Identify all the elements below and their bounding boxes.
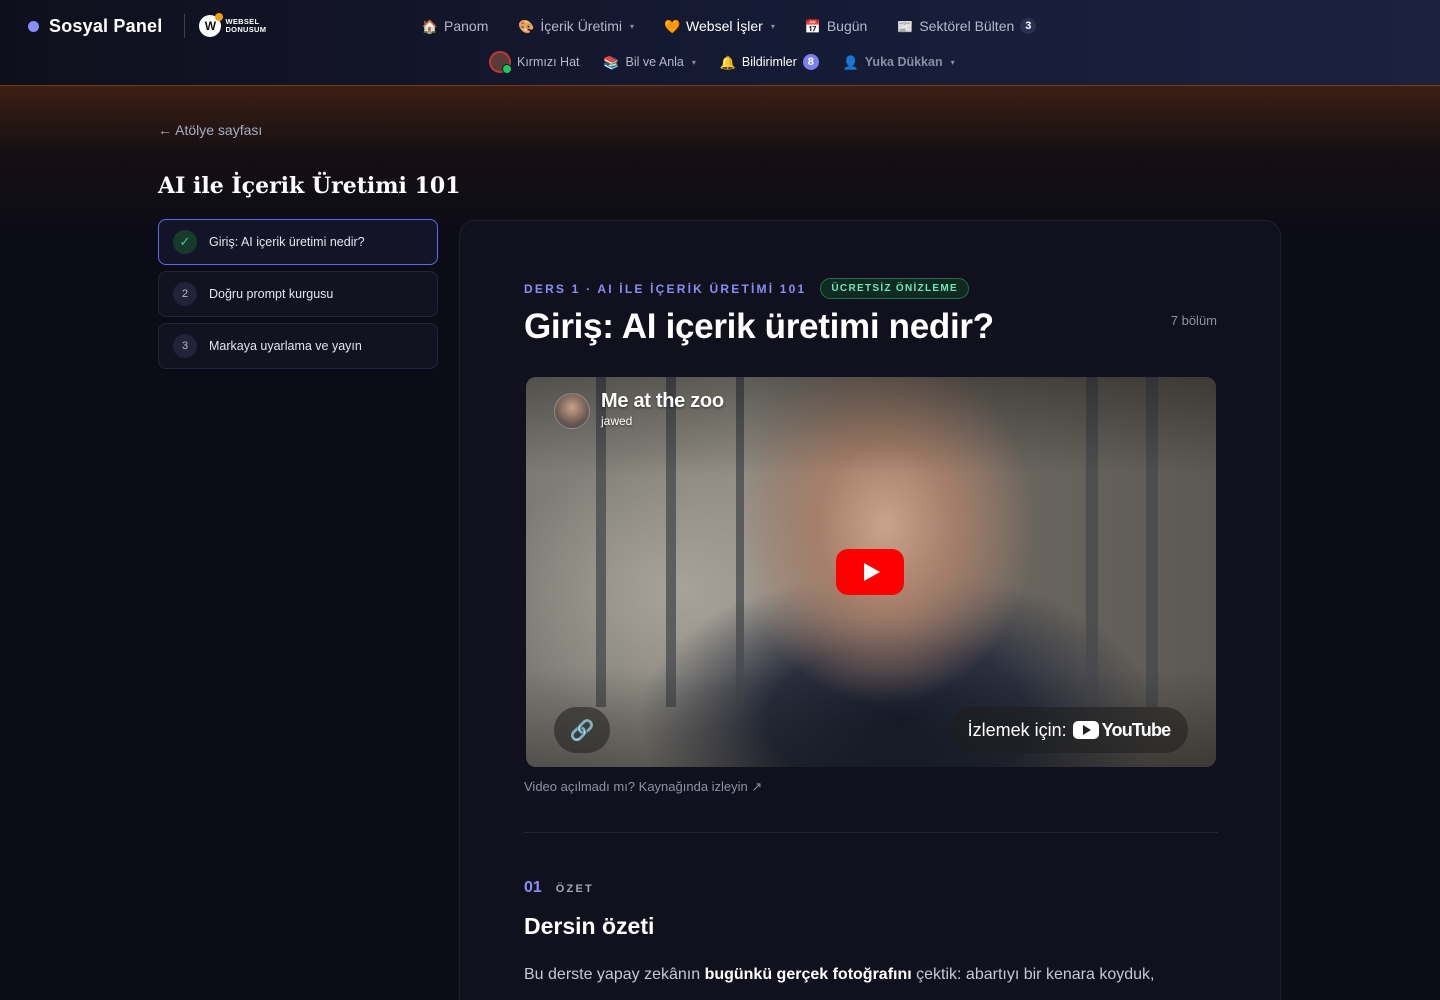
chevron-down-icon: ▾	[770, 21, 775, 31]
section-tag: ÖZET	[555, 883, 594, 895]
nav-label: Yuka Dükkan	[864, 55, 943, 69]
lesson-breadcrumb: DERS 1 · AI İLE İÇERİK ÜRETİMİ 101	[524, 281, 807, 296]
lesson-eyebrow: DERS 1 · AI İLE İÇERİK ÜRETİMİ 101 ÜCRET…	[524, 278, 969, 299]
back-link[interactable]: ← Atölye sayfası	[158, 122, 262, 138]
nav-label: Bil ve Anla	[625, 55, 684, 69]
nav-item-sektorel-bulten[interactable]: 📰 Sektörel Bülten 3	[897, 14, 1037, 38]
partner-logo: W WEBSEL DONUSUM	[199, 13, 267, 37]
divider	[524, 832, 1218, 833]
check-icon: ✓	[173, 230, 197, 254]
nav-item-kirmizi-hat[interactable]: Kırmızı Hat	[489, 50, 580, 74]
nav-item-icerik-uretimi[interactable]: 🎨 İçerik Üretimi ▾	[518, 14, 634, 38]
calendar-icon: 📅	[804, 18, 821, 34]
top-navbar: Sosyal Panel W WEBSEL DONUSUM 🏠 Panom 🎨 …	[0, 0, 1440, 86]
palette-icon: 🎨	[518, 18, 535, 34]
header-glow	[0, 86, 1440, 236]
chapter-count: 7 bölüm	[1170, 313, 1217, 328]
user-icon: 👤	[842, 54, 859, 70]
video-channel[interactable]: jawed	[601, 414, 632, 428]
count-badge: 3	[1020, 18, 1037, 34]
brand-dot-icon	[28, 20, 39, 32]
bell-icon: 🔔	[719, 54, 736, 70]
partner-logo-icon: W	[199, 13, 224, 37]
free-preview-badge: ÜCRETSİZ ÖNİZLEME	[820, 278, 969, 299]
section-header: 01 ÖZET	[524, 879, 594, 897]
brand-divider	[184, 14, 186, 38]
nav-label: Sektörel Bülten	[919, 18, 1015, 34]
nav-item-yuka-dukkan[interactable]: 👤 Yuka Dükkan ▾	[843, 50, 955, 74]
primary-nav: 🏠 Panom 🎨 İçerik Üretimi ▾ 🧡 Websel İşle…	[422, 14, 1037, 38]
youtube-logo: YouTube	[1072, 719, 1172, 741]
nav-item-panom[interactable]: 🏠 Panom	[422, 14, 488, 38]
nav-item-bugun[interactable]: 📅 Bugün	[804, 14, 868, 38]
books-icon: 📚	[603, 54, 620, 70]
nav-label: Kırmızı Hat	[517, 55, 580, 69]
section-body-text: Bu derste yapay zekânın	[524, 966, 705, 983]
lesson-item-2[interactable]: 2 Doğru prompt kurgusu	[158, 271, 438, 317]
brand[interactable]: Sosyal Panel W WEBSEL DONUSUM	[28, 13, 267, 38]
section-body-emphasis: bugünkü gerçek fotoğrafını	[704, 966, 912, 983]
lesson-item-3[interactable]: 3 Markaya uyarlama ve yayın	[158, 323, 438, 369]
notification-badge: 8	[802, 54, 819, 70]
nav-item-bildirimler[interactable]: 🔔 Bildirimler 8	[720, 50, 819, 74]
play-button[interactable]	[836, 549, 904, 595]
lesson-list: ✓ Giriş: AI içerik üretimi nedir? 2 Doğr…	[158, 219, 438, 369]
watch-label: İzlemek için:	[967, 719, 1067, 740]
nav-label: Panom	[444, 18, 489, 34]
lesson-label: Doğru prompt kurgusu	[209, 287, 334, 301]
lesson-title: Giriş: AI içerik üretimi nedir?	[524, 307, 994, 346]
newspaper-icon: 📰	[897, 18, 914, 34]
section-title: Dersin özeti	[524, 913, 655, 939]
section-body-text: çektik: abartıyı bir kenara koyduk,	[911, 966, 1155, 983]
section-body: Bu derste yapay zekânın bugünkü gerçek f…	[524, 963, 1218, 987]
lesson-number: 3	[173, 334, 197, 358]
nav-label: Bugün	[826, 18, 868, 34]
chevron-down-icon: ▾	[691, 57, 696, 67]
lesson-label: Markaya uyarlama ve yayın	[209, 339, 362, 353]
secondary-nav: Kırmızı Hat 📚 Bil ve Anla ▾ 🔔 Bildirimle…	[489, 50, 955, 74]
house-icon: 🏠	[421, 18, 439, 34]
nav-item-websel-isler[interactable]: 🧡 Websel İşler ▾	[664, 14, 775, 38]
heart-icon: 🧡	[663, 18, 681, 34]
chevron-down-icon: ▾	[630, 21, 635, 31]
youtube-wordmark: YouTube	[1101, 719, 1172, 740]
youtube-icon	[1072, 721, 1099, 739]
watch-on-youtube-button[interactable]: İzlemek için: YouTube	[950, 707, 1188, 753]
lesson-label: Giriş: AI içerik üretimi nedir?	[209, 235, 365, 249]
course-title: AI ile İçerik Üretimi 101	[158, 173, 461, 199]
nav-item-bil-ve-anla[interactable]: 📚 Bil ve Anla ▾	[603, 50, 696, 74]
section-number: 01	[524, 879, 542, 896]
nav-label: İçerik Üretimi	[540, 18, 623, 34]
copy-link-button[interactable]: 🔗	[554, 707, 610, 753]
video-title[interactable]: Me at the zoo	[601, 390, 724, 413]
partner-logo-line2: DONUSUM	[225, 25, 267, 34]
nav-label: Websel İşler	[686, 18, 763, 34]
channel-avatar[interactable]	[554, 393, 590, 429]
link-icon: 🔗	[569, 719, 595, 742]
video-fallback-link[interactable]: Video açılmadı mı? Kaynağında izleyin ↗	[524, 779, 762, 795]
lesson-number: 2	[173, 282, 197, 306]
chevron-down-icon: ▾	[950, 57, 955, 67]
nav-label: Bildirimler	[741, 55, 797, 69]
avatar	[489, 51, 512, 74]
play-icon	[864, 563, 880, 581]
brand-title: Sosyal Panel	[49, 15, 163, 36]
lesson-card: DERS 1 · AI İLE İÇERİK ÜRETİMİ 101 ÜCRET…	[459, 220, 1281, 1000]
lesson-item-1[interactable]: ✓ Giriş: AI içerik üretimi nedir?	[158, 219, 438, 265]
video-player[interactable]: Me at the zoo jawed 🔗 İzlemek için: YouT…	[526, 377, 1216, 767]
